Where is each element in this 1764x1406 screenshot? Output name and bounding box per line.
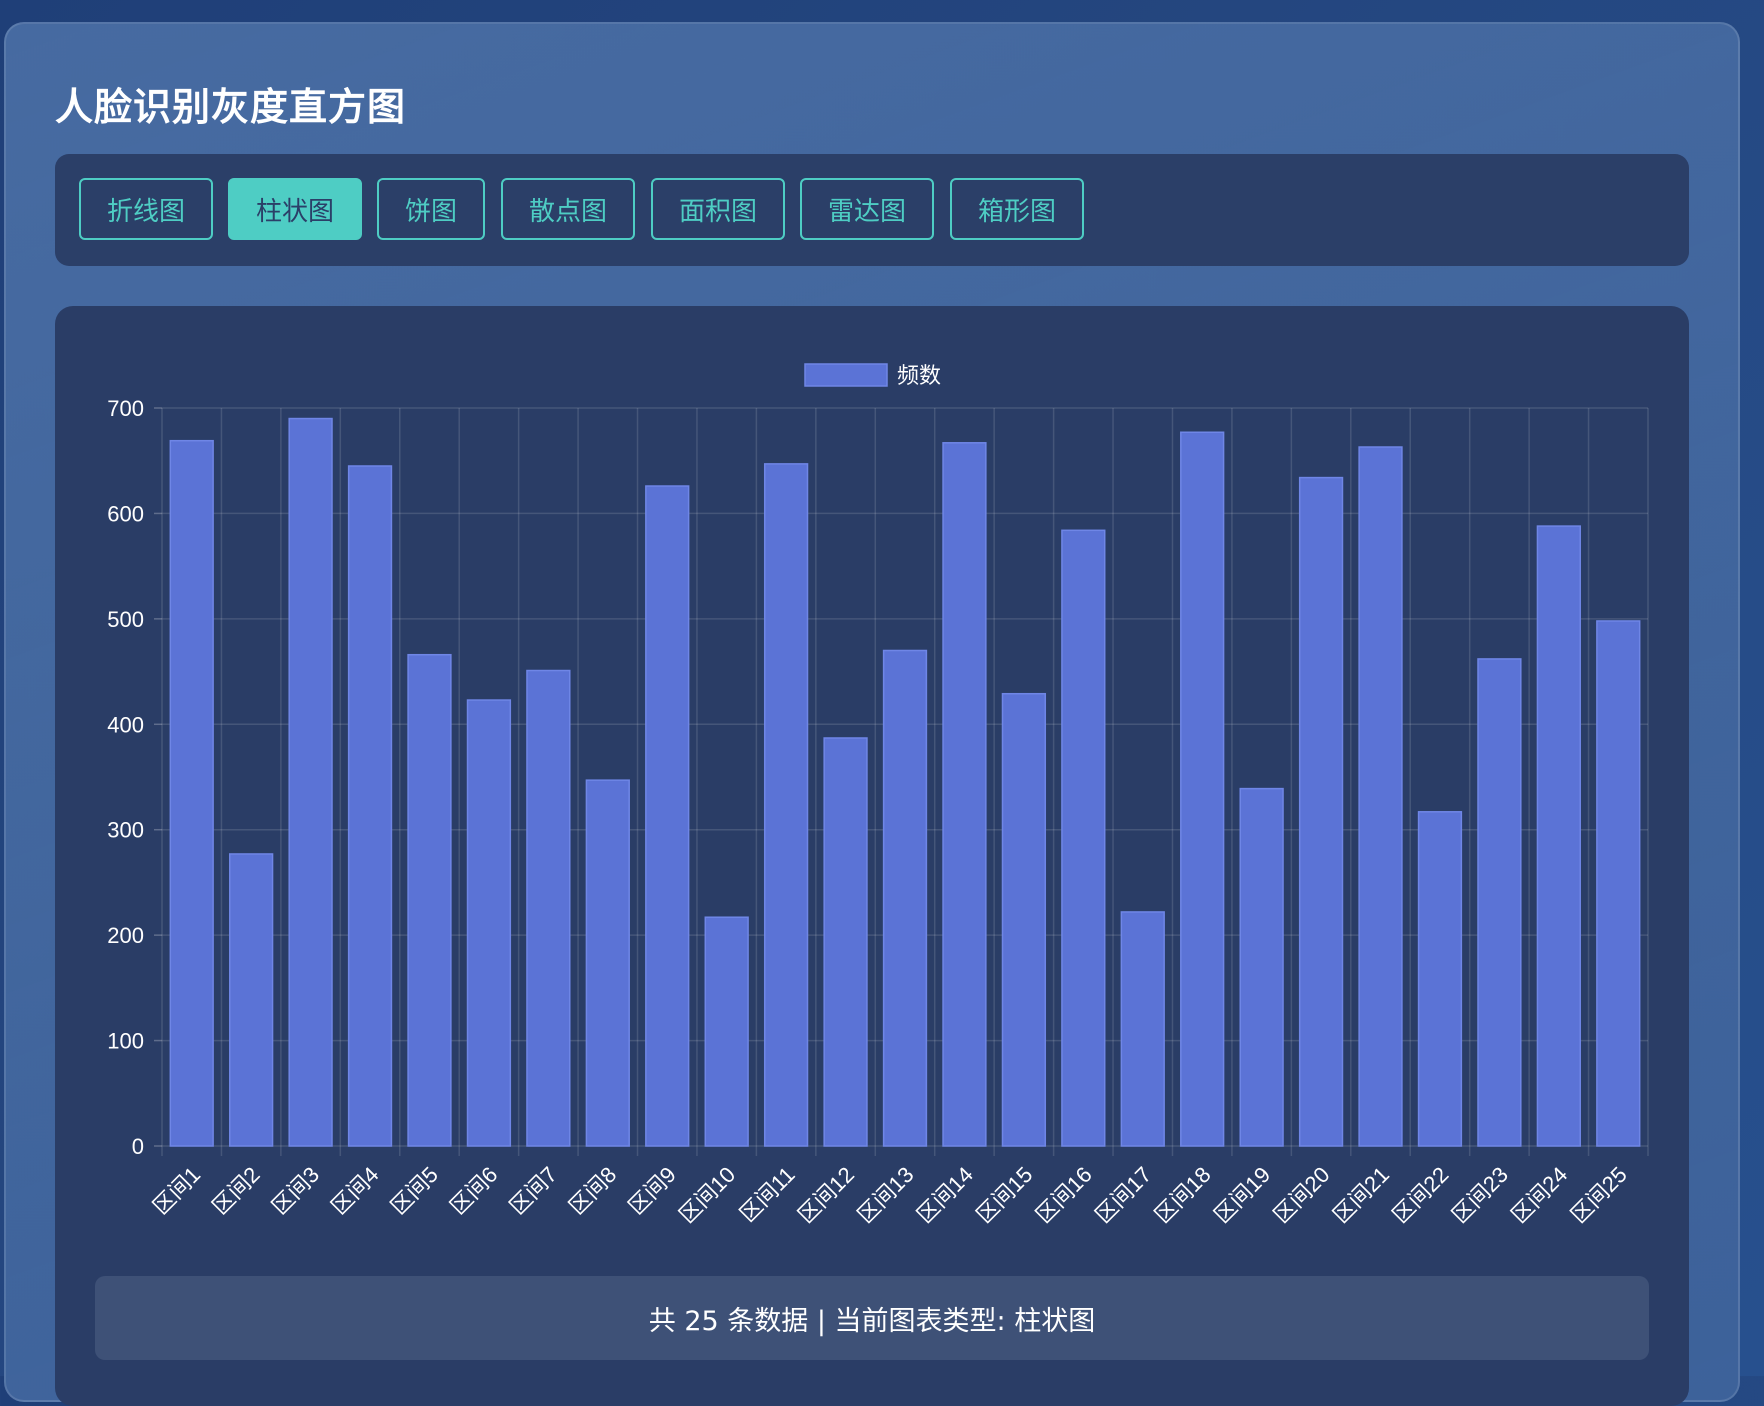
bar [1358,446,1403,1147]
y-tick-label: 100 [107,1029,144,1054]
bar [1417,811,1463,1147]
x-tick-label: 区间20 [1269,1162,1335,1228]
x-tick-label: 区间4 [326,1162,383,1219]
bar [1180,431,1225,1147]
bar [526,669,571,1147]
x-tick-label: 区间2 [207,1162,264,1219]
bar [1120,911,1165,1147]
x-tick-label: 区间10 [674,1162,740,1228]
x-tick-label: 区间23 [1447,1162,1513,1228]
x-tick-label: 区间6 [445,1162,502,1219]
bar [882,649,928,1147]
bar [1536,525,1581,1147]
bar [1001,692,1047,1147]
x-tick-label: 区间15 [971,1162,1037,1228]
x-tick-label: 区间11 [735,1162,800,1227]
x-tick-label: 区间25 [1566,1162,1632,1228]
x-tick-label: 区间12 [793,1162,859,1228]
bar [1298,476,1344,1147]
data-summary: 共 25 条数据 | 当前图表类型: 柱状图 [95,1276,1649,1360]
x-tick-label: 区间24 [1506,1162,1572,1228]
y-tick-label: 600 [107,501,144,526]
bar [823,737,868,1147]
bar [1596,620,1641,1147]
y-tick-label: 700 [107,396,144,421]
bar [1477,658,1522,1147]
tab-box-chart[interactable]: 箱形图 [950,178,1084,240]
bar [704,916,749,1147]
tab-line-chart[interactable]: 折线图 [79,178,213,240]
x-tick-label: 区间13 [852,1162,918,1228]
tab-bar-chart[interactable]: 柱状图 [228,178,362,240]
y-tick-label: 0 [132,1134,144,1159]
bar [288,417,333,1147]
page-title: 人脸识别灰度直方图 [55,85,407,129]
x-tick-label: 区间14 [912,1162,978,1228]
tab-scatter-chart[interactable]: 散点图 [501,178,635,240]
tab-pie-chart[interactable]: 饼图 [377,178,485,240]
x-tick-label: 区间21 [1328,1162,1394,1228]
x-tick-label: 区间1 [148,1162,205,1219]
bar [347,465,393,1147]
chart-card: 0 100 200 300 400 500 600 700 区间1 区间2 区间3 区间4 区间5 区间6… [55,306,1689,1406]
bar [585,779,630,1147]
bar [763,463,809,1147]
legend-swatch [804,363,888,387]
y-tick-label: 200 [107,923,144,948]
x-tick-label: 区间8 [564,1162,621,1219]
y-tick-label: 500 [107,607,144,632]
x-tick-label: 区间3 [267,1162,324,1219]
x-tick-label: 区间9 [623,1162,680,1219]
bar [1239,787,1284,1147]
tab-area-chart[interactable]: 面积图 [651,178,785,240]
tab-radar-chart[interactable]: 雷达图 [800,178,934,240]
bar [645,485,690,1147]
x-tick-label: 区间7 [504,1162,561,1219]
bar-chart: 0 100 200 300 400 500 600 700 区间1 区间2 区间3 区间4 区间5 区间6… [107,363,1649,1228]
legend-label: 频数 [897,363,941,388]
bar [169,439,214,1147]
bar [229,853,274,1147]
bar [942,442,987,1147]
bar [1061,529,1106,1147]
x-tick-label: 区间5 [386,1162,443,1219]
bar [407,653,452,1147]
bar [466,699,512,1147]
y-tick-label: 400 [107,712,144,737]
chart-type-tabs: 折线图 柱状图 饼图 散点图 面积图 雷达图 箱形图 [55,154,1689,266]
x-tick-label: 区间19 [1209,1162,1275,1228]
x-tick-label: 区间16 [1031,1162,1097,1228]
x-tick-label: 区间18 [1150,1162,1216,1228]
y-tick-label: 300 [107,818,144,843]
x-tick-label: 区间17 [1090,1162,1156,1228]
x-tick-label: 区间22 [1387,1162,1453,1228]
